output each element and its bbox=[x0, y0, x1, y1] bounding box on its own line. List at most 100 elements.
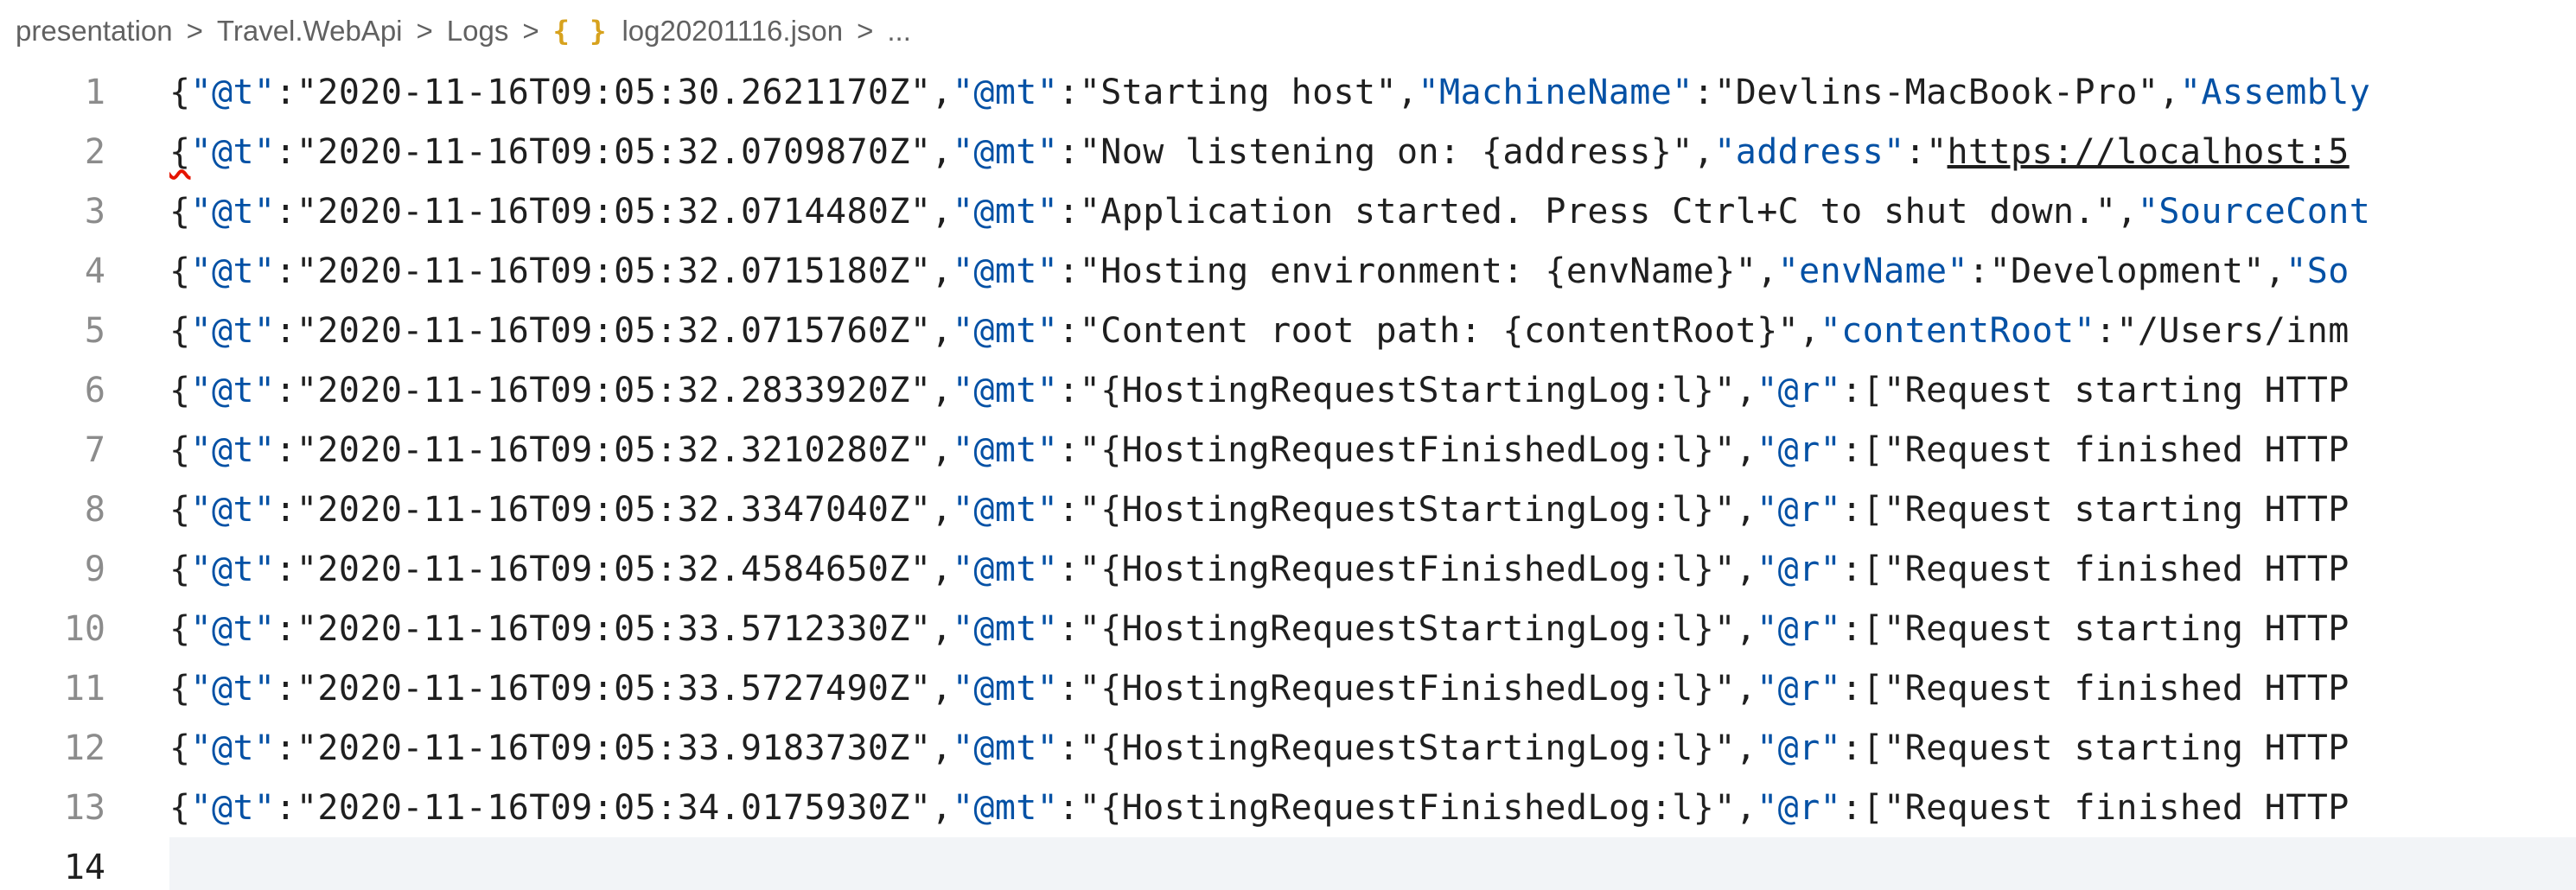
code-line-text: {"@t":"2020-11-16T09:05:32.0715180Z","@m… bbox=[169, 251, 2350, 291]
json-value-token: : bbox=[1968, 251, 1990, 291]
json-value-token: "2020-11-16T09:05:32.2833920Z" bbox=[296, 370, 932, 410]
editor-line[interactable]: 3 {"@t":"2020-11-16T09:05:32.0714480Z","@… bbox=[0, 181, 2576, 241]
editor-line[interactable]: 7 {"@t":"2020-11-16T09:05:32.3210280Z","@… bbox=[0, 420, 2576, 480]
json-value-token: : bbox=[275, 429, 296, 470]
editor-line[interactable]: 9 {"@t":"2020-11-16T09:05:32.4584650Z","@… bbox=[0, 539, 2576, 599]
editor-line[interactable]: 5 {"@t":"2020-11-16T09:05:32.0715760Z","@… bbox=[0, 301, 2576, 360]
breadcrumb-ellipsis[interactable]: ... bbox=[887, 15, 911, 48]
json-key-token: "@t" bbox=[190, 668, 276, 709]
editor-line[interactable]: 2 {"@t":"2020-11-16T09:05:32.0709870Z","@… bbox=[0, 122, 2576, 181]
json-value-token: , bbox=[931, 310, 953, 351]
editor-line[interactable]: 11 {"@t":"2020-11-16T09:05:33.5727490Z","… bbox=[0, 658, 2576, 718]
json-value-token: { bbox=[169, 72, 191, 112]
breadcrumb-item-logs[interactable]: Logs bbox=[447, 15, 509, 48]
json-value-token: , bbox=[1735, 668, 1757, 709]
json-value-token: , bbox=[931, 131, 953, 172]
code-line-text: {"@t":"2020-11-16T09:05:33.5727490Z","@m… bbox=[169, 669, 2350, 709]
json-value-token: , bbox=[931, 489, 953, 530]
editor-line[interactable]: 6 {"@t":"2020-11-16T09:05:32.2833920Z","@… bbox=[0, 360, 2576, 420]
json-value-token: , bbox=[1799, 310, 1820, 351]
json-value-token: { bbox=[169, 429, 191, 470]
json-value-token: : bbox=[275, 489, 296, 530]
json-key-token: "@t" bbox=[190, 787, 276, 828]
json-value-token: , bbox=[931, 191, 953, 232]
json-value-token: { bbox=[169, 489, 191, 530]
json-value-token: : bbox=[275, 549, 296, 589]
json-key-token: "@r" bbox=[1757, 668, 1842, 709]
json-value-token: "2020-11-16T09:05:33.9183730Z" bbox=[296, 728, 932, 768]
json-value-token: https://localhost:5 bbox=[1947, 131, 2350, 172]
json-value-token: "2020-11-16T09:05:32.4584650Z" bbox=[296, 549, 932, 589]
line-number: 3 bbox=[84, 191, 105, 232]
json-key-token: "@mt" bbox=[952, 489, 1059, 530]
json-value-token: { bbox=[169, 370, 191, 410]
json-value-token: , bbox=[1735, 489, 1757, 530]
code-line-text: {"@t":"2020-11-16T09:05:32.3210280Z","@m… bbox=[169, 430, 2350, 470]
json-value-token: : bbox=[1841, 429, 1863, 470]
json-value-token: ["Request starting HTTP bbox=[1862, 728, 2350, 768]
json-value-token: : bbox=[1058, 787, 1080, 828]
json-value-token: : bbox=[1904, 131, 1927, 172]
json-value-token: { bbox=[169, 251, 191, 291]
json-value-token: "{HostingRequestFinishedLog:l}" bbox=[1079, 787, 1736, 828]
json-key-token: "So bbox=[2286, 251, 2350, 291]
json-key-token: "contentRoot" bbox=[1820, 310, 2095, 351]
json-value-token: , bbox=[931, 728, 953, 768]
json-key-token: "Assembly bbox=[2179, 72, 2371, 112]
json-value-token: " bbox=[1926, 131, 1948, 172]
editor-line[interactable]: 12 {"@t":"2020-11-16T09:05:33.9183730Z","… bbox=[0, 718, 2576, 778]
json-value-token: ["Request finished HTTP bbox=[1862, 429, 2350, 470]
editor-line[interactable]: 10 {"@t":"2020-11-16T09:05:33.5712330Z","… bbox=[0, 599, 2576, 658]
json-value-token: "Now listening on: {address}" bbox=[1079, 131, 1693, 172]
editor-line[interactable]: 8 {"@t":"2020-11-16T09:05:32.3347040Z","@… bbox=[0, 480, 2576, 539]
json-value-token: : bbox=[275, 72, 296, 112]
breadcrumb-item-travel-webapi[interactable]: Travel.WebApi bbox=[217, 15, 403, 48]
json-value-token: : bbox=[275, 191, 296, 232]
editor-line[interactable]: 4 {"@t":"2020-11-16T09:05:32.0715180Z","@… bbox=[0, 241, 2576, 301]
json-key-token: "@mt" bbox=[952, 310, 1059, 351]
line-number: 5 bbox=[84, 310, 105, 351]
breadcrumb-item-file[interactable]: log20201116.json bbox=[622, 15, 843, 48]
chevron-right-icon: > bbox=[186, 15, 203, 47]
json-value-token: "Devlins-MacBook-Pro" bbox=[1714, 72, 2159, 112]
json-key-token: "@mt" bbox=[952, 191, 1059, 232]
json-key-token: "@r" bbox=[1757, 608, 1842, 649]
code-line-text: {"@t":"2020-11-16T09:05:30.2621170Z","@m… bbox=[169, 73, 2370, 112]
json-key-token: "@t" bbox=[190, 728, 276, 768]
json-value-token: , bbox=[1735, 608, 1757, 649]
json-value-token: : bbox=[1841, 668, 1863, 709]
json-value-token: , bbox=[1735, 728, 1757, 768]
editor-line[interactable]: 14 bbox=[0, 837, 2576, 890]
json-key-token: "@t" bbox=[190, 370, 276, 410]
line-number: 4 bbox=[84, 251, 105, 291]
json-value-token: { bbox=[169, 787, 191, 828]
json-key-token: "@r" bbox=[1757, 370, 1842, 410]
json-value-token: { bbox=[169, 191, 191, 232]
code-line-text: {"@t":"2020-11-16T09:05:33.9183730Z","@m… bbox=[169, 728, 2350, 768]
code-editor[interactable]: 1 {"@t":"2020-11-16T09:05:30.2621170Z","@… bbox=[0, 62, 2576, 890]
json-value-token: "2020-11-16T09:05:32.0715760Z" bbox=[296, 310, 932, 351]
code-line-text: {"@t":"2020-11-16T09:05:32.0714480Z","@m… bbox=[169, 192, 2370, 232]
json-key-token: "address" bbox=[1714, 131, 1905, 172]
json-value-token: : bbox=[1058, 728, 1080, 768]
json-value-token: , bbox=[1735, 429, 1757, 470]
json-value-token: "2020-11-16T09:05:30.2621170Z" bbox=[296, 72, 932, 112]
json-value-token: : bbox=[1058, 131, 1080, 172]
json-key-token: "@r" bbox=[1757, 549, 1842, 589]
json-value-token: : bbox=[275, 251, 296, 291]
json-value-token: ["Request finished HTTP bbox=[1862, 787, 2350, 828]
editor-line[interactable]: 1 {"@t":"2020-11-16T09:05:30.2621170Z","@… bbox=[0, 62, 2576, 122]
json-key-token: "@mt" bbox=[952, 549, 1059, 589]
line-number: 9 bbox=[84, 549, 105, 589]
breadcrumb-item-presentation[interactable]: presentation bbox=[16, 15, 173, 48]
json-value-token: , bbox=[931, 72, 953, 112]
json-value-token: { bbox=[169, 310, 191, 351]
json-key-token: "@mt" bbox=[952, 131, 1059, 172]
chevron-right-icon: > bbox=[416, 15, 433, 47]
line-number: 8 bbox=[84, 489, 105, 530]
json-key-token: "@r" bbox=[1757, 489, 1842, 530]
editor-line[interactable]: 13 {"@t":"2020-11-16T09:05:34.0175930Z","… bbox=[0, 778, 2576, 837]
json-value-token: "{HostingRequestStartingLog:l}" bbox=[1079, 370, 1736, 410]
json-value-token: "/Users/inm bbox=[2116, 310, 2350, 351]
json-key-token: "@mt" bbox=[952, 608, 1059, 649]
